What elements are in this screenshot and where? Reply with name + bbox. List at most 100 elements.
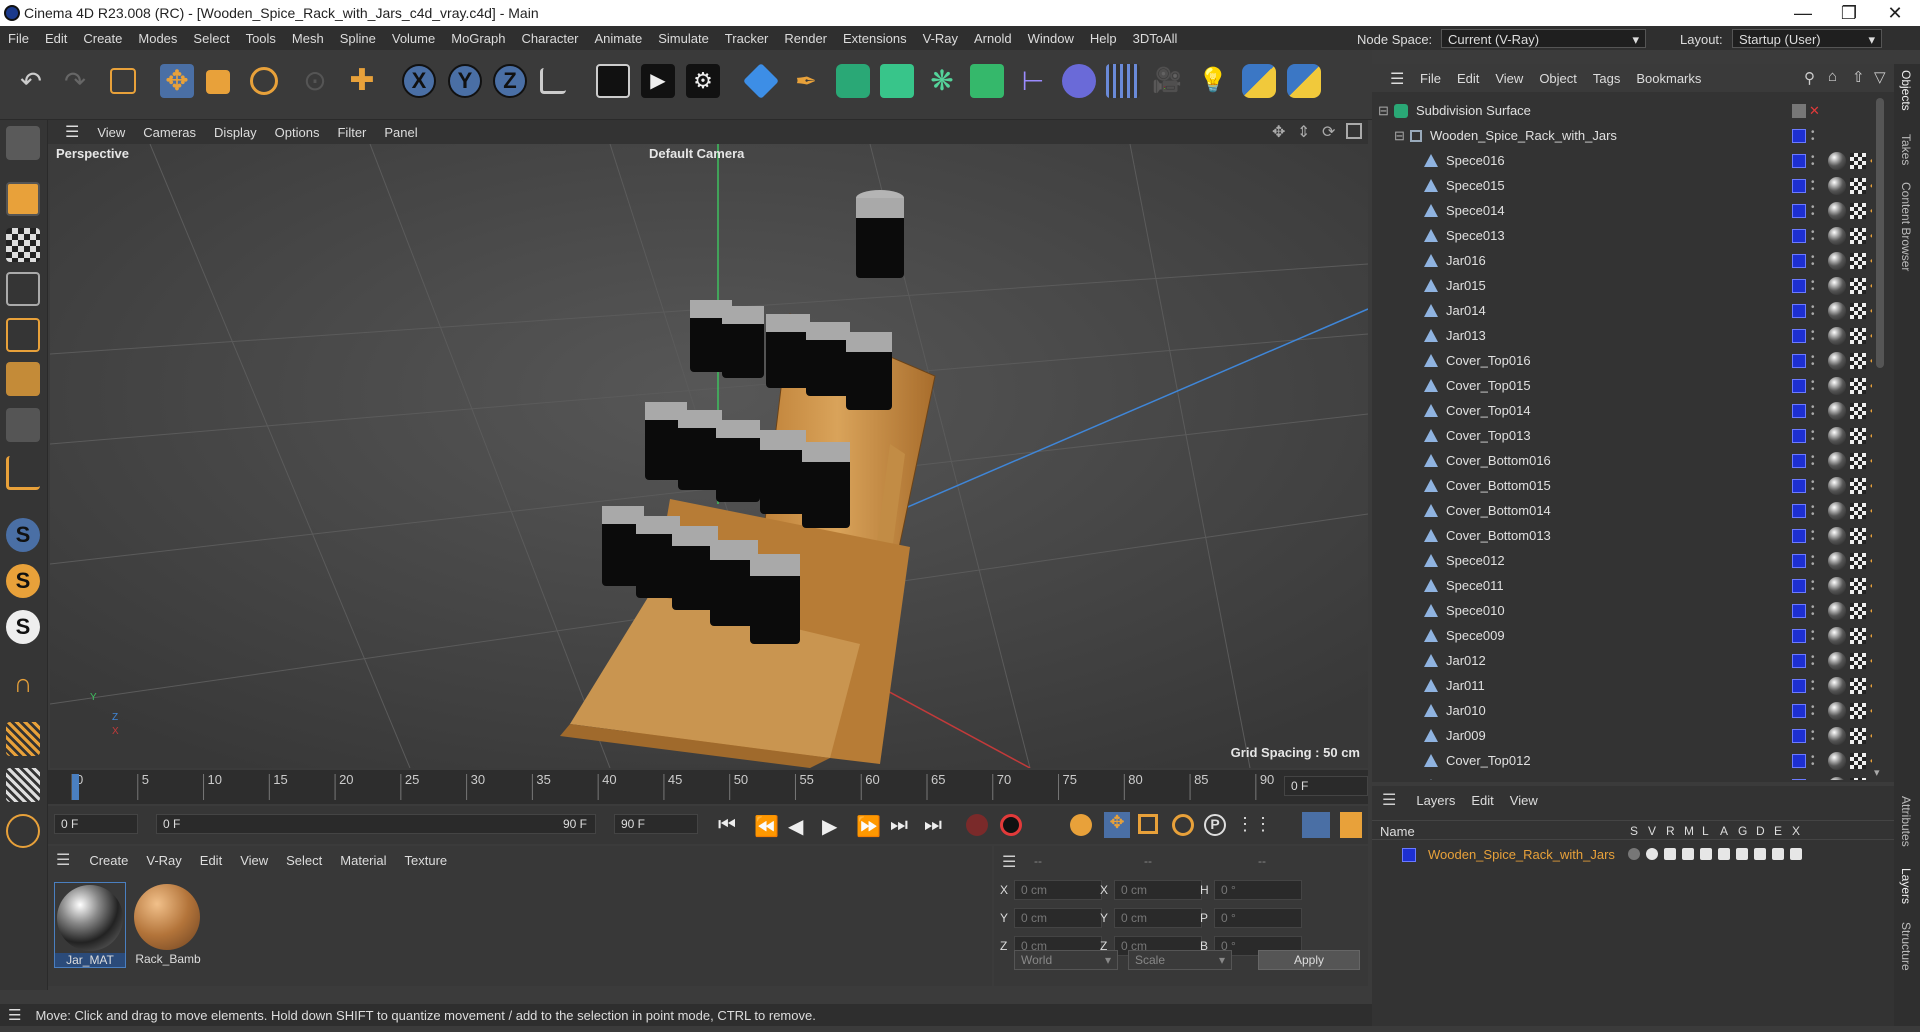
redo-icon[interactable]: ↷ [58, 64, 92, 98]
visibility-dots-icon[interactable]: •• [1811, 627, 1815, 644]
menu-edit[interactable]: Edit [37, 31, 75, 46]
material-tag-icon[interactable] [1850, 352, 1866, 369]
visibility-dots-icon[interactable]: •• [1811, 127, 1815, 144]
material-tag-icon[interactable] [1850, 702, 1866, 719]
layer-color-icon[interactable] [1792, 478, 1806, 493]
layer-color-icon[interactable] [1792, 728, 1806, 743]
texture-tag-icon[interactable] [1828, 276, 1846, 295]
scale-tool-icon[interactable] [206, 70, 230, 94]
phong-tag-icon[interactable]: •• [1870, 529, 1872, 543]
material-tag-icon[interactable] [1850, 202, 1866, 219]
field-icon[interactable] [1062, 64, 1096, 98]
rotate-tool-icon[interactable] [250, 67, 278, 95]
layer-color-icon[interactable] [1792, 153, 1806, 168]
visibility-dots-icon[interactable]: •• [1811, 702, 1815, 719]
texture-tag-icon[interactable] [1828, 501, 1846, 520]
object-row[interactable]: Jar012 •• •• [1372, 648, 1872, 673]
texture-tag-icon[interactable] [1828, 176, 1846, 195]
material-tag-icon[interactable] [1850, 277, 1866, 294]
viewport-maximize-icon[interactable] [1346, 123, 1362, 139]
next-frame-icon[interactable]: ⏩ [856, 814, 881, 839]
menu-vray[interactable]: V-Ray [915, 31, 966, 46]
layer-color-icon[interactable] [1792, 453, 1806, 468]
frame-range-slider[interactable]: 0 F 90 F [156, 814, 596, 834]
visibility-dots-icon[interactable]: •• [1811, 427, 1815, 444]
minimize-icon[interactable]: — [1780, 0, 1826, 26]
undo-icon[interactable]: ↶ [14, 64, 48, 98]
menu-window[interactable]: Window [1020, 31, 1082, 46]
layer-color-icon[interactable] [1792, 528, 1806, 543]
make-editable-icon[interactable] [6, 126, 40, 160]
layer-row[interactable]: Wooden_Spice_Rack_with_Jars [1372, 844, 1894, 866]
apply-button[interactable]: Apply [1258, 950, 1360, 970]
restore-icon[interactable]: ❐ [1826, 0, 1872, 26]
material-tag-icon[interactable] [1850, 727, 1866, 744]
layer-color-icon[interactable] [1792, 378, 1806, 393]
material-tag-icon[interactable] [1850, 677, 1866, 694]
rotation-field[interactable]: 0 ° [1214, 880, 1302, 900]
phong-tag-icon[interactable]: •• [1870, 454, 1872, 468]
obj-menu-object[interactable]: Object [1531, 71, 1585, 86]
visibility-dots-icon[interactable]: •• [1811, 277, 1815, 294]
layer-flag-d[interactable]: D [1756, 824, 1765, 838]
node-space-dropdown[interactable]: Current (V-Ray) ▾ [1441, 29, 1646, 48]
keyframe-selection-icon[interactable] [1070, 814, 1092, 836]
obj-menu-file[interactable]: File [1412, 71, 1449, 86]
obj-menu-tags[interactable]: Tags [1585, 71, 1628, 86]
dock-tab-attributes[interactable]: Attributes [1899, 796, 1913, 847]
dock-tab-content-browser[interactable]: Content Browser [1899, 182, 1913, 271]
size-field[interactable]: 0 cm [1114, 880, 1202, 900]
viewport-nav-zoom-icon[interactable]: ⇕ [1297, 122, 1310, 142]
object-row[interactable]: Spece013 •• •• [1372, 223, 1872, 248]
layer-toggle-icon[interactable] [1736, 848, 1748, 860]
magnet-icon[interactable]: ∩ [6, 666, 40, 700]
phong-tag-icon[interactable]: •• [1870, 329, 1872, 343]
uv-mode-icon[interactable] [6, 408, 40, 442]
camera-icon[interactable]: 🎥 [1150, 64, 1184, 98]
object-row[interactable]: Cover_Top011 •• •• [1372, 773, 1872, 780]
viewport-menu-display[interactable]: Display [205, 125, 266, 140]
transform-icon[interactable]: ✚ [345, 64, 379, 98]
current-frame-field[interactable]: 0 F [1284, 776, 1368, 796]
start-frame-field[interactable]: 0 F [54, 814, 138, 834]
dock-tab-objects[interactable]: Objects [1899, 70, 1913, 111]
workplane-snap-icon[interactable]: S [6, 610, 40, 644]
viewport-menu-view[interactable]: View [88, 125, 134, 140]
phong-tag-icon[interactable]: •• [1870, 504, 1872, 518]
mat-menu-texture[interactable]: Texture [396, 853, 457, 868]
phong-tag-icon[interactable]: •• [1870, 229, 1872, 243]
material-tag-icon[interactable] [1850, 227, 1866, 244]
phong-tag-icon[interactable]: •• [1870, 604, 1872, 618]
key-rotation-icon[interactable] [1172, 814, 1194, 836]
texture-tag-icon[interactable] [1828, 451, 1846, 470]
visibility-dots-icon[interactable]: •• [1811, 227, 1815, 244]
layer-flag-g[interactable]: G [1738, 824, 1747, 838]
object-row[interactable]: Cover_Top013 •• •• [1372, 423, 1872, 448]
phong-tag-icon[interactable]: •• [1870, 204, 1872, 218]
object-row[interactable]: Cover_Bottom014 •• •• [1372, 498, 1872, 523]
menu-file[interactable]: File [0, 31, 37, 46]
layer-toggle-icon[interactable] [1790, 848, 1802, 860]
material-tag-icon[interactable] [1850, 577, 1866, 594]
visibility-dots-icon[interactable]: •• [1811, 602, 1815, 619]
object-row[interactable]: Cover_Bottom016 •• •• [1372, 448, 1872, 473]
floor-icon[interactable] [1106, 64, 1140, 98]
move-tool-icon[interactable]: ✥ [160, 64, 194, 98]
hamburger-icon[interactable]: ☰ [1382, 69, 1412, 89]
scroll-down-icon[interactable]: ▾ [1874, 766, 1880, 779]
phong-tag-icon[interactable]: •• [1870, 379, 1872, 393]
quantize-icon[interactable] [6, 814, 40, 848]
material-tag-icon[interactable] [1850, 477, 1866, 494]
object-row[interactable]: Cover_Top012 •• •• [1372, 748, 1872, 773]
phong-tag-icon[interactable]: •• [1870, 554, 1872, 568]
texture-mode-icon[interactable] [6, 228, 40, 262]
menu-modes[interactable]: Modes [130, 31, 185, 46]
visibility-dots-icon[interactable]: •• [1811, 352, 1815, 369]
position-field[interactable]: 0 cm [1014, 880, 1102, 900]
model-mode-icon[interactable] [6, 182, 40, 216]
menu-volume[interactable]: Volume [384, 31, 443, 46]
point-mode-icon[interactable] [6, 272, 40, 306]
object-row[interactable]: Jar014 •• •• [1372, 298, 1872, 323]
visibility-dots-icon[interactable]: •• [1811, 452, 1815, 469]
menu-select[interactable]: Select [185, 31, 237, 46]
